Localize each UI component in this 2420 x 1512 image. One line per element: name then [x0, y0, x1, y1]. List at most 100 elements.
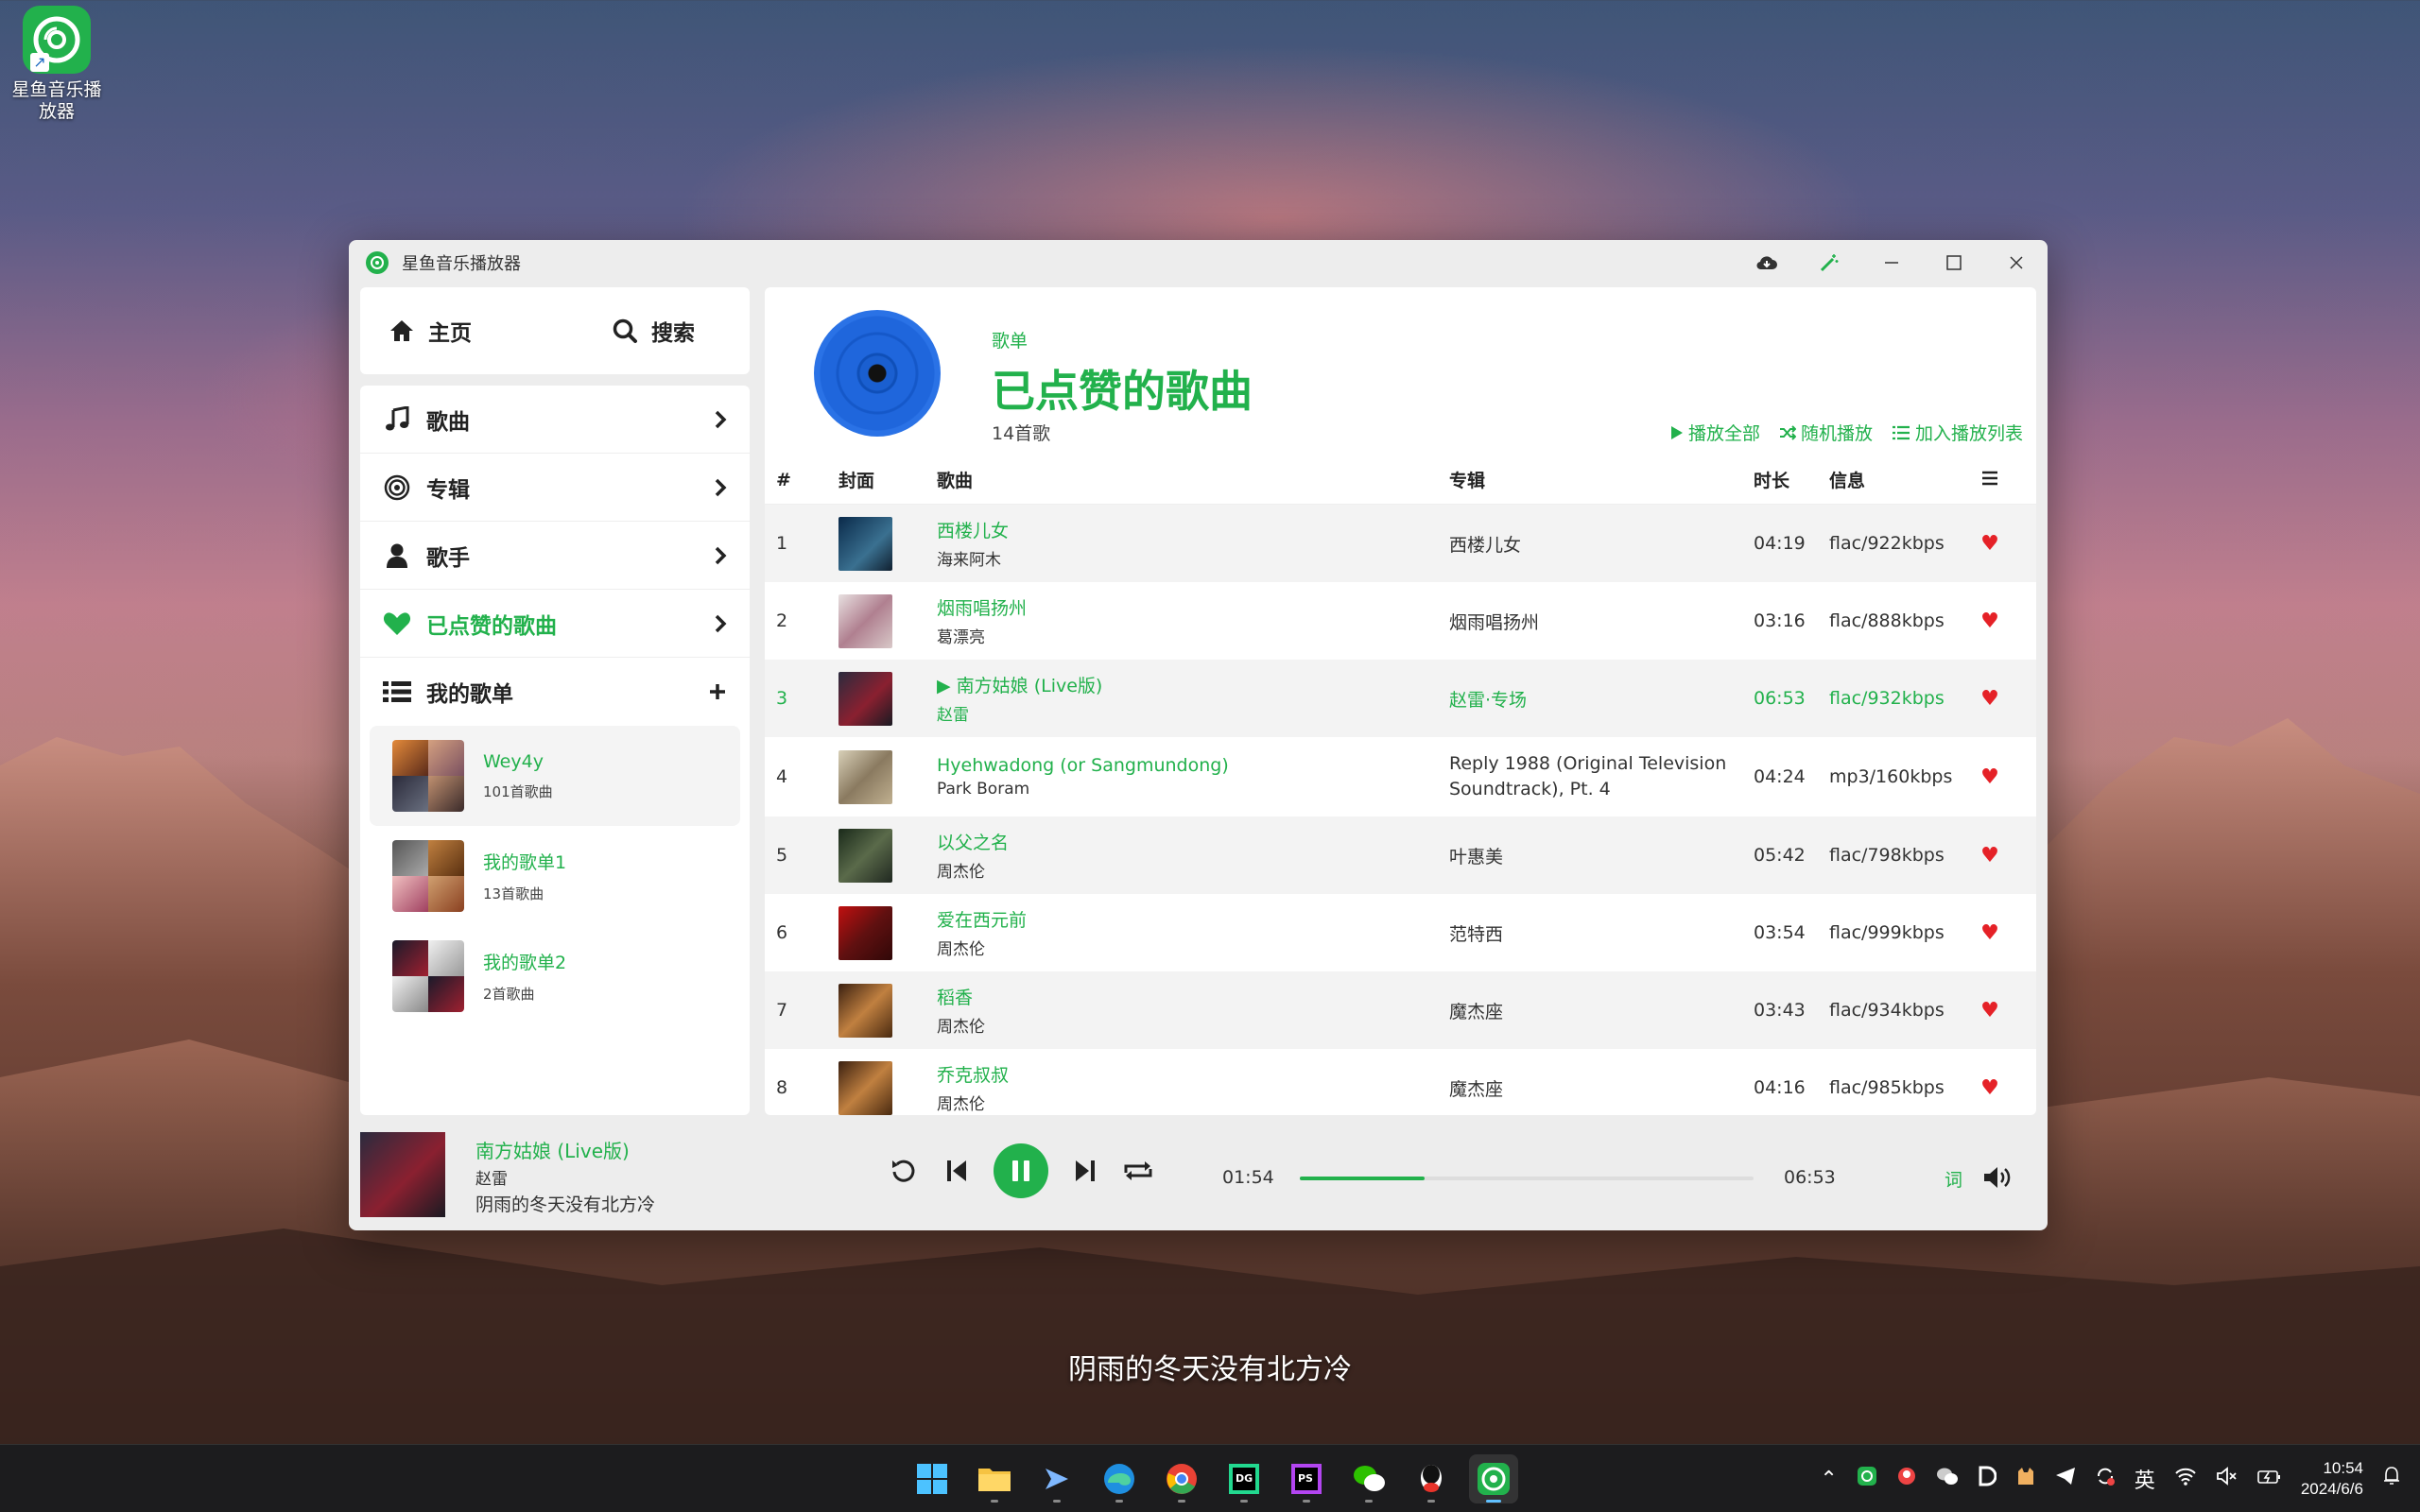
- previous-track-icon[interactable]: [941, 1155, 973, 1187]
- wifi-icon[interactable]: [2174, 1467, 2197, 1491]
- chrome-browser-icon[interactable]: [1157, 1454, 1206, 1503]
- song-artist[interactable]: 周杰伦: [937, 858, 1449, 882]
- now-playing-cover[interactable]: [360, 1132, 445, 1217]
- song-artist[interactable]: 赵雷: [937, 701, 1449, 725]
- table-row[interactable]: 8 乔克叔叔 周杰伦 魔杰座 04:16 flac/985kbps ♥: [765, 1049, 2036, 1115]
- song-album[interactable]: 魔杰座: [1449, 998, 1754, 1023]
- system-clock[interactable]: 10:54 2024/6/6: [2301, 1458, 2363, 1500]
- song-title[interactable]: 爱在西元前: [937, 906, 1449, 932]
- wechat-icon[interactable]: [1344, 1454, 1393, 1503]
- music-player-taskbar-icon[interactable]: [1469, 1454, 1518, 1503]
- playlist-item[interactable]: 我的歌单1 13首歌曲: [370, 826, 740, 926]
- pause-button[interactable]: [994, 1143, 1048, 1198]
- add-playlist-plus-icon[interactable]: [708, 682, 727, 701]
- song-title[interactable]: 稻香: [937, 984, 1449, 1009]
- song-artist[interactable]: 海来阿木: [937, 546, 1449, 570]
- sidebar-item-albums[interactable]: 专辑: [360, 454, 750, 522]
- table-row[interactable]: 2 烟雨唱扬州 葛漂亮 烟雨唱扬州 03:16 flac/888kbps ♥: [765, 582, 2036, 660]
- edge-browser-icon[interactable]: [1095, 1454, 1144, 1503]
- like-heart-icon[interactable]: ♥: [1971, 999, 2009, 1022]
- speaker-muted-icon[interactable]: [2216, 1467, 2238, 1491]
- song-artist[interactable]: Park Boram: [937, 780, 1449, 799]
- sidebar-item-liked-songs[interactable]: 已点赞的歌曲: [360, 590, 750, 658]
- phpstorm-icon[interactable]: PS: [1282, 1454, 1331, 1503]
- close-button[interactable]: [1985, 240, 2048, 285]
- song-artist[interactable]: 葛漂亮: [937, 624, 1449, 647]
- add-to-queue-button[interactable]: 加入播放列表: [1892, 420, 2023, 445]
- song-album[interactable]: Reply 1988 (Original Television Soundtra…: [1449, 751, 1754, 802]
- replay-icon[interactable]: [888, 1155, 920, 1187]
- vinyl-record-cover: [814, 310, 941, 437]
- playlist-item[interactable]: Wey4y 101首歌曲: [370, 726, 740, 826]
- lyrics-toggle-button[interactable]: 词: [1945, 1166, 1962, 1192]
- song-title[interactable]: 乔克叔叔: [937, 1061, 1449, 1087]
- datagrip-icon[interactable]: DG: [1219, 1454, 1269, 1503]
- progress-slider[interactable]: [1300, 1177, 1754, 1180]
- repeat-icon[interactable]: [1122, 1155, 1154, 1187]
- like-heart-icon[interactable]: ♥: [1971, 921, 2009, 945]
- like-heart-icon[interactable]: ♥: [1971, 1076, 2009, 1100]
- song-album[interactable]: 范特西: [1449, 920, 1754, 946]
- magic-wand-icon[interactable]: [1798, 240, 1860, 285]
- sidebar-item-artists[interactable]: 歌手: [360, 522, 750, 590]
- cloud-download-icon[interactable]: [1736, 240, 1798, 285]
- song-title[interactable]: 烟雨唱扬州: [937, 594, 1449, 620]
- music-tray-icon[interactable]: [1857, 1466, 1877, 1492]
- notification-bell-icon[interactable]: [2382, 1466, 2401, 1492]
- song-artist[interactable]: 周杰伦: [937, 1013, 1449, 1037]
- app-logo-icon: [366, 251, 389, 274]
- volume-icon[interactable]: [1982, 1164, 2013, 1194]
- start-windows-icon[interactable]: [908, 1454, 957, 1503]
- file-explorer-icon[interactable]: [970, 1454, 1019, 1503]
- song-album[interactable]: 西楼儿女: [1449, 531, 1754, 557]
- song-album[interactable]: 叶惠美: [1449, 843, 1754, 868]
- qq-icon[interactable]: [1407, 1454, 1456, 1503]
- sidebar-item-songs[interactable]: 歌曲: [360, 386, 750, 454]
- like-heart-icon[interactable]: ♥: [1971, 610, 2009, 633]
- music-player-window: 星鱼音乐播放器 主页 搜索 歌曲 专辑 歌手 已点赞的歌曲 我的歌单 Wey4y…: [349, 240, 2048, 1230]
- input-method-indicator[interactable]: 英: [2135, 1464, 2155, 1494]
- play-all-button[interactable]: 播放全部: [1670, 420, 1760, 445]
- title-bar[interactable]: 星鱼音乐播放器: [349, 240, 2048, 285]
- battery-charging-icon[interactable]: [2257, 1468, 2282, 1491]
- song-title[interactable]: Hyehwadong (or Sangmundong): [937, 755, 1449, 776]
- table-row[interactable]: 7 稻香 周杰伦 魔杰座 03:43 flac/934kbps ♥: [765, 971, 2036, 1049]
- like-heart-icon[interactable]: ♥: [1971, 687, 2009, 711]
- like-heart-icon[interactable]: ♥: [1971, 532, 2009, 556]
- song-artist[interactable]: 周杰伦: [937, 936, 1449, 959]
- table-row[interactable]: 4 Hyehwadong (or Sangmundong) Park Boram …: [765, 737, 2036, 816]
- table-row-now-playing[interactable]: 3 ▶ 南方姑娘 (Live版) 赵雷 赵雷·专场 06:53 flac/932k…: [765, 660, 2036, 737]
- app-d-tray-icon[interactable]: [1978, 1466, 1997, 1492]
- desktop-shortcut-music-player[interactable]: ↗ 星鱼音乐播放器: [9, 6, 104, 123]
- now-playing-title[interactable]: 南方姑娘 (Live版): [475, 1136, 630, 1163]
- table-row[interactable]: 6 爱在西元前 周杰伦 范特西 03:54 flac/999kbps ♥: [765, 894, 2036, 971]
- playlist-item[interactable]: 我的歌单2 2首歌曲: [370, 926, 740, 1026]
- terminal-icon[interactable]: [1032, 1454, 1081, 1503]
- notification-app-icon[interactable]: [1896, 1466, 1917, 1492]
- minimize-button[interactable]: [1860, 240, 1923, 285]
- maximize-button[interactable]: [1923, 240, 1985, 285]
- song-artist[interactable]: 周杰伦: [937, 1091, 1449, 1114]
- song-title[interactable]: 以父之名: [937, 829, 1449, 854]
- column-menu-icon[interactable]: [1971, 470, 2009, 490]
- search-nav-button[interactable]: 搜索: [612, 315, 695, 347]
- song-title[interactable]: 西楼儿女: [937, 517, 1449, 542]
- like-heart-icon[interactable]: ♥: [1971, 844, 2009, 868]
- table-row[interactable]: 5 以父之名 周杰伦 叶惠美 05:42 flac/798kbps ♥: [765, 816, 2036, 894]
- cat-tray-icon[interactable]: [2015, 1466, 2036, 1492]
- song-album[interactable]: 烟雨唱扬州: [1449, 609, 1754, 634]
- next-track-icon[interactable]: [1069, 1155, 1101, 1187]
- desktop-lyric[interactable]: 阴雨的冬天没有北方冷: [0, 1346, 2420, 1387]
- chevron-up-icon[interactable]: ⌃: [1820, 1468, 1837, 1491]
- song-album[interactable]: 魔杰座: [1449, 1075, 1754, 1101]
- song-album[interactable]: 赵雷·专场: [1449, 686, 1754, 712]
- now-playing-artist[interactable]: 赵雷: [475, 1165, 508, 1189]
- sync-tray-icon[interactable]: [2095, 1466, 2116, 1492]
- telegram-tray-icon[interactable]: [2055, 1467, 2076, 1491]
- wechat-tray-icon[interactable]: [1936, 1467, 1959, 1491]
- like-heart-icon[interactable]: ♥: [1971, 765, 2009, 789]
- table-row[interactable]: 1 西楼儿女 海来阿木 西楼儿女 04:19 flac/922kbps ♥: [765, 505, 2036, 582]
- shuffle-button[interactable]: 随机播放: [1779, 420, 1873, 445]
- song-title[interactable]: ▶ 南方姑娘 (Live版): [937, 672, 1449, 697]
- home-nav-button[interactable]: 主页: [389, 315, 472, 347]
